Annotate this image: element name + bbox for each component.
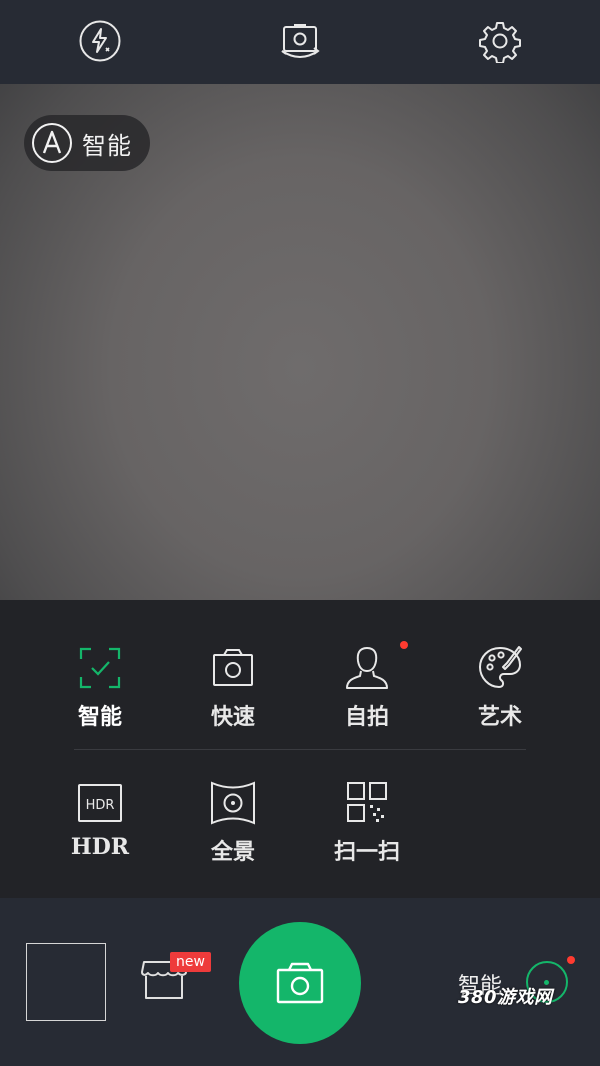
flash-auto-icon xyxy=(79,20,121,62)
camera-screen: 智能 智能 快速 自拍 艺术 HDR HDR 全景 扫一扫 new 智能 380… xyxy=(0,0,600,1066)
mode-quick-label: 快速 xyxy=(210,705,255,730)
mode-panorama-label: 全景 xyxy=(210,840,255,865)
shutter-button[interactable] xyxy=(239,922,361,1044)
gear-icon xyxy=(479,22,521,63)
camera-switch-icon xyxy=(281,24,320,58)
mode-hdr[interactable]: HDR HDR xyxy=(45,780,155,880)
mode-notify-dot xyxy=(567,956,575,964)
smart-check-icon xyxy=(77,645,123,691)
palette-icon xyxy=(477,645,523,691)
hdr-icon: HDR xyxy=(77,780,123,826)
settings-button[interactable] xyxy=(478,19,522,63)
qr-scan-icon xyxy=(344,780,390,826)
selfie-notify-dot xyxy=(400,641,408,649)
bottom-bar: new 智能 380游戏网 xyxy=(0,898,600,1066)
scene-mode-pill[interactable]: 智能 xyxy=(24,115,150,171)
mode-art-label: 艺术 xyxy=(477,705,522,730)
mode-hdr-label: HDR xyxy=(70,834,130,860)
mode-panorama[interactable]: 全景 xyxy=(178,780,288,880)
mode-quick[interactable]: 快速 xyxy=(178,645,288,745)
mode-art[interactable]: 艺术 xyxy=(445,645,555,745)
mode-smart-label: 智能 xyxy=(77,705,122,730)
flash-button[interactable] xyxy=(78,19,122,63)
new-badge: new xyxy=(170,952,211,972)
panorama-icon xyxy=(210,780,256,826)
auto-mode-icon xyxy=(30,121,74,165)
watermark: 380游戏网 xyxy=(458,987,553,1008)
gallery-thumbnail[interactable] xyxy=(26,943,106,1021)
person-icon xyxy=(344,645,390,691)
mode-scan-label: 扫一扫 xyxy=(333,840,400,865)
mode-smart[interactable]: 智能 xyxy=(45,645,155,745)
scene-mode-label: 智能 xyxy=(82,131,132,160)
camera-icon xyxy=(276,962,324,1004)
viewfinder[interactable]: 智能 xyxy=(0,84,600,600)
mode-selfie-label: 自拍 xyxy=(344,705,389,730)
switch-camera-button[interactable] xyxy=(278,19,322,63)
svg-text:HDR: HDR xyxy=(86,798,115,813)
top-bar xyxy=(0,0,600,84)
camera-icon xyxy=(210,645,256,691)
mode-panel: 智能 快速 自拍 艺术 HDR HDR 全景 扫一扫 xyxy=(0,600,600,898)
mode-selfie[interactable]: 自拍 xyxy=(312,641,422,745)
mode-divider xyxy=(74,749,526,750)
mode-scan[interactable]: 扫一扫 xyxy=(312,780,422,880)
